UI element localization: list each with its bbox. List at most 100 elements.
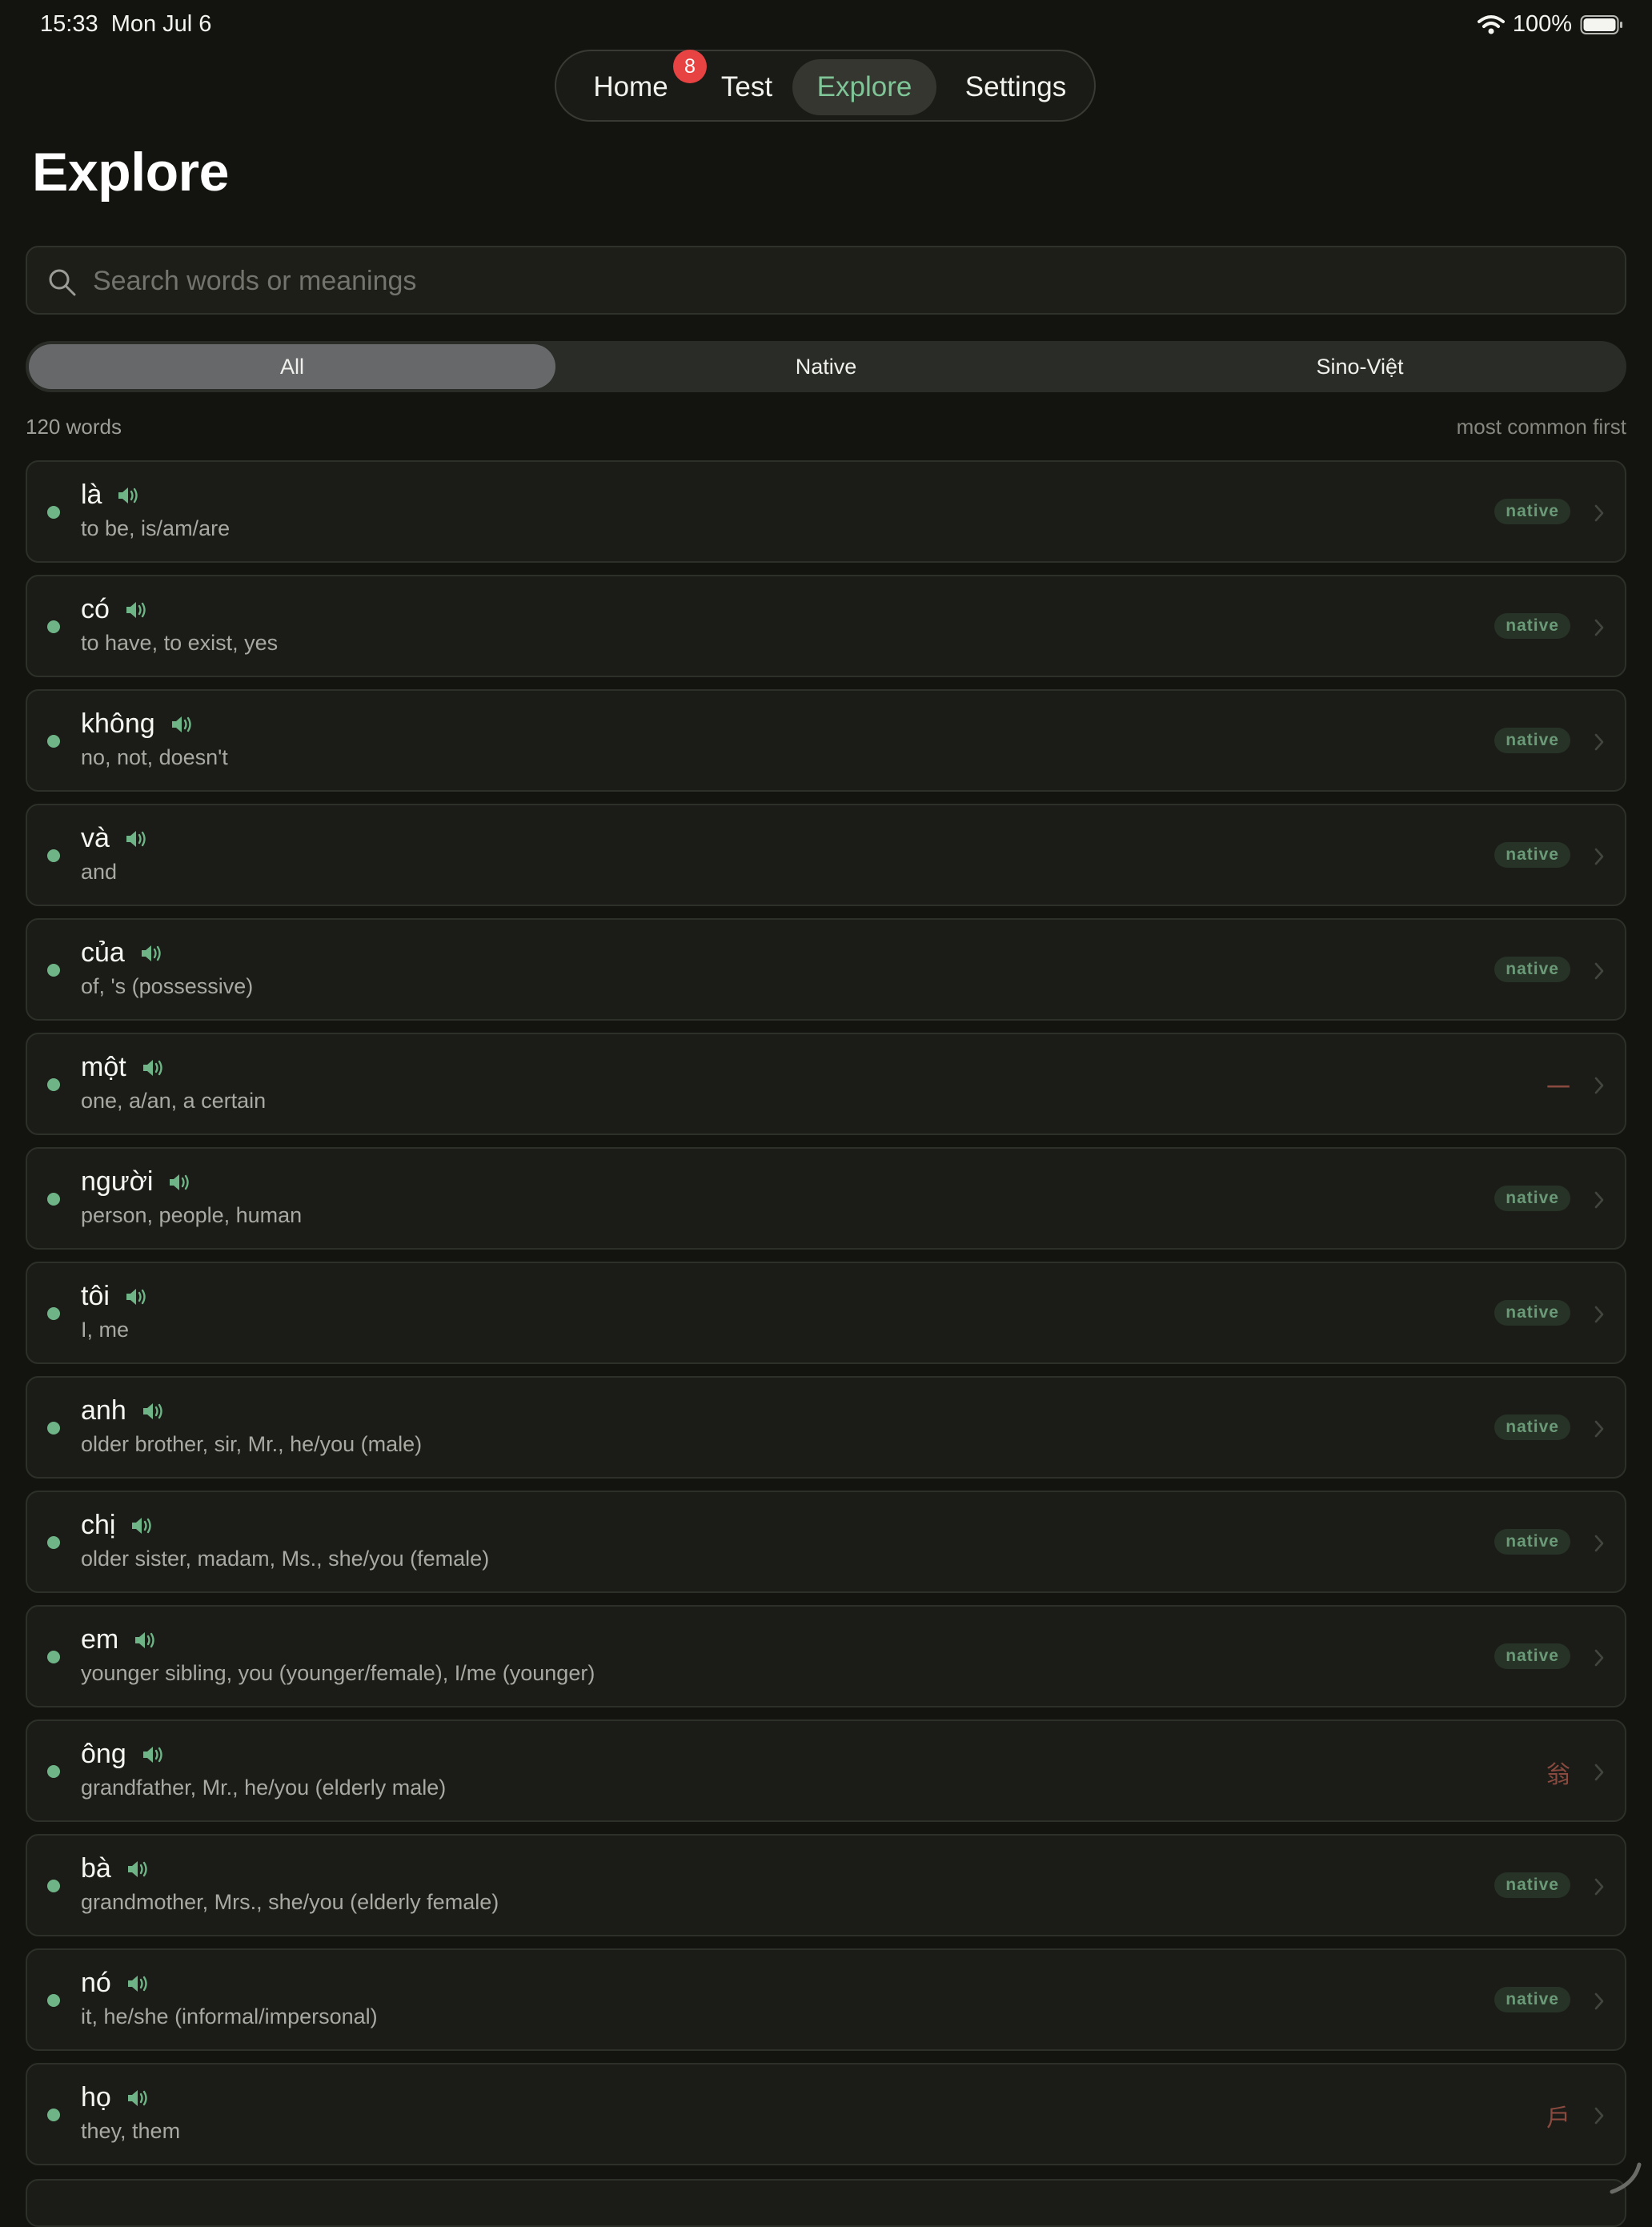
word-line: nó: [81, 1968, 150, 1999]
word-text: ông: [81, 1739, 126, 1769]
speaker-icon[interactable]: [141, 1744, 165, 1765]
word-line: không: [81, 708, 194, 740]
tab-explore[interactable]: Explore: [792, 59, 936, 115]
chevron-right-icon: [1594, 1306, 1604, 1323]
word-count: 120 words: [26, 415, 122, 439]
speaker-icon[interactable]: [170, 714, 194, 735]
status-dot: [47, 849, 60, 862]
meaning-text: one, a/an, a certain: [81, 1089, 267, 1113]
chevron-right-icon: [1594, 1649, 1604, 1667]
chevron-right-icon: [1594, 733, 1604, 751]
meaning-text: of, 's (possessive): [81, 974, 254, 998]
origin-tag: native: [1494, 1414, 1570, 1440]
word-line: một: [81, 1052, 165, 1083]
speaker-icon[interactable]: [133, 1630, 157, 1651]
status-dot: [47, 1765, 60, 1778]
meaning-text: older sister, madam, Ms., she/you (femal…: [81, 1547, 490, 1571]
scroll-indicator[interactable]: [1607, 2160, 1644, 2197]
status-dot: [47, 735, 60, 748]
speaker-icon[interactable]: [124, 829, 148, 849]
list-item[interactable]: nó it, he/she (informal/impersonal) nati…: [26, 1948, 1626, 2051]
search-icon: [49, 269, 76, 296]
origin-tag: native: [1494, 613, 1570, 639]
meaning-text: younger sibling, you (younger/female), I…: [81, 1661, 595, 1685]
page-title: Explore: [32, 142, 229, 203]
speaker-icon[interactable]: [126, 1859, 150, 1880]
top-nav: Home 8 Test Explore Settings: [555, 50, 1096, 122]
filter-all[interactable]: All: [29, 344, 555, 389]
status-dot: [47, 1994, 60, 2007]
status-time: 15:33 Mon Jul 6: [40, 11, 212, 37]
word-line: và: [81, 823, 148, 854]
meaning-text: older brother, sir, Mr., he/you (male): [81, 1432, 423, 1456]
status-dot: [47, 1880, 60, 1892]
meaning-text: grandmother, Mrs., she/you (elderly fema…: [81, 1890, 499, 1914]
origin-tag: 戶: [1546, 2105, 1570, 2133]
speaker-icon[interactable]: [141, 1401, 165, 1422]
meaning-text: and: [81, 860, 118, 884]
word-line: người: [81, 1166, 191, 1198]
search-input[interactable]: [91, 255, 1599, 307]
word-line: em: [81, 1624, 157, 1655]
status-dot: [47, 1536, 60, 1549]
list-item[interactable]: ông grandfather, Mr., he/you (elderly ma…: [26, 1719, 1626, 1822]
speaker-icon[interactable]: [124, 600, 148, 620]
list-item-partial[interactable]: [26, 2179, 1626, 2227]
list-item[interactable]: và and native: [26, 804, 1626, 906]
status-right: 100%: [1477, 11, 1623, 38]
word-line: tôi: [81, 1281, 148, 1312]
tab-settings[interactable]: Settings: [944, 59, 1088, 115]
chevron-right-icon: [1594, 962, 1604, 980]
list-item[interactable]: người person, people, human native: [26, 1147, 1626, 1250]
origin-tag: native: [1494, 957, 1570, 982]
list-item[interactable]: bà grandmother, Mrs., she/you (elderly f…: [26, 1834, 1626, 1936]
word-text: nó: [81, 1968, 111, 1998]
origin-tag: native: [1494, 728, 1570, 753]
filter-native[interactable]: Native: [563, 344, 1089, 389]
tab-test[interactable]: Test: [697, 59, 796, 115]
word-text: bà: [81, 1853, 111, 1884]
meaning-text: they, them: [81, 2119, 181, 2143]
chevron-right-icon: [1594, 1764, 1604, 1781]
speaker-icon[interactable]: [116, 485, 140, 506]
word-line: có: [81, 594, 148, 625]
meaning-text: to be, is/am/are: [81, 516, 231, 540]
status-dot: [47, 506, 60, 519]
filter-sino-viet[interactable]: Sino-Việt: [1097, 344, 1623, 389]
chevron-right-icon: [1594, 1535, 1604, 1552]
battery-icon: [1580, 14, 1622, 34]
list-item[interactable]: em younger sibling, you (younger/female)…: [26, 1605, 1626, 1707]
status-dot: [47, 1193, 60, 1206]
status-dot: [47, 1651, 60, 1663]
list-item[interactable]: anh older brother, sir, Mr., he/you (mal…: [26, 1376, 1626, 1479]
chevron-right-icon: [1594, 1992, 1604, 2010]
tab-home[interactable]: Home 8: [571, 50, 707, 115]
speaker-icon[interactable]: [167, 1172, 191, 1193]
speaker-icon[interactable]: [126, 1973, 150, 1994]
word-text: có: [81, 594, 110, 624]
speaker-icon[interactable]: [126, 2088, 150, 2109]
origin-tag: native: [1494, 1529, 1570, 1555]
origin-tag: native: [1494, 842, 1570, 868]
speaker-icon[interactable]: [139, 943, 163, 964]
speaker-icon[interactable]: [141, 1057, 165, 1078]
list-item[interactable]: một one, a/an, a certain 一: [26, 1033, 1626, 1135]
speaker-icon[interactable]: [124, 1286, 148, 1307]
origin-tag: 一: [1546, 1074, 1570, 1102]
list-item[interactable]: tôi I, me native: [26, 1262, 1626, 1364]
status-dot: [47, 1422, 60, 1435]
list-item[interactable]: có to have, to exist, yes native: [26, 575, 1626, 677]
list-item[interactable]: chị older sister, madam, Ms., she/you (f…: [26, 1491, 1626, 1593]
chevron-right-icon: [1594, 504, 1604, 522]
list-item[interactable]: là to be, is/am/are native: [26, 460, 1626, 563]
list-item[interactable]: của of, 's (possessive) native: [26, 918, 1626, 1021]
word-text: chị: [81, 1510, 116, 1540]
speaker-icon[interactable]: [130, 1515, 154, 1536]
status-dot: [47, 1078, 60, 1091]
list-item[interactable]: họ they, them 戶: [26, 2063, 1626, 2165]
word-line: bà: [81, 1853, 150, 1884]
status-bar: 15:33 Mon Jul 6 100%: [0, 0, 1652, 51]
word-text: một: [81, 1052, 126, 1082]
list-item[interactable]: không no, not, doesn't native: [26, 689, 1626, 792]
chevron-right-icon: [1594, 1191, 1604, 1209]
